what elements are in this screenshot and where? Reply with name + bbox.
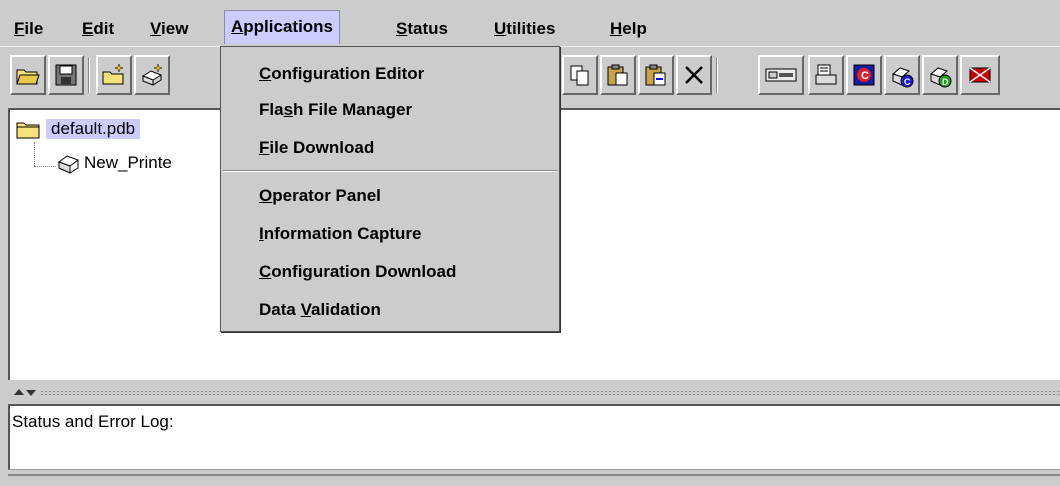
menu-item-text: h File Manager [293,100,413,119]
menu-edit[interactable]: Edit [76,14,120,44]
menu-edit-label: dit [93,19,115,38]
menu-item-operator-panel[interactable]: Operator Panel [259,181,381,211]
paste-special-button[interactable] [638,55,674,95]
menu-item-mnemonic: C [259,64,272,83]
menu-utilities-label: tilities [506,19,556,38]
menu-item-text: perator Panel [272,186,381,205]
config-download-button[interactable]: C [884,55,920,95]
folder-icon [16,122,40,139]
config-editor-button[interactable]: C [846,55,882,95]
menu-item-mnemonic: C [259,262,272,281]
menu-item-mnemonic: V [300,300,311,319]
new-printer-icon [141,63,163,86]
new-folder-icon [102,63,124,85]
menu-help-mnemonic: H [610,19,623,38]
paste-icon [607,64,628,86]
new-folder-button[interactable] [96,55,132,95]
menu-item-text: Fla [259,100,284,119]
copy-icon [570,65,589,86]
applications-dropdown: Configuration Editor Flash File Manager … [220,46,560,332]
status-log-label: Status and Error Log: [12,412,174,431]
menu-item-text: nformation Capture [263,224,422,243]
printer-icon [57,155,80,174]
open-folder-icon [16,69,40,85]
menu-item-mnemonic: F [259,138,270,157]
error-button[interactable] [960,55,1000,95]
divider-grip [40,390,1060,396]
collapse-down-icon[interactable] [26,390,36,396]
delete-button[interactable] [676,55,712,95]
new-printer-button[interactable] [134,55,170,95]
save-button[interactable] [48,55,84,95]
menu-item-text: ile Download [269,138,375,157]
data-download-button[interactable]: D [922,55,958,95]
menu-file-mnemonic: F [14,19,25,38]
error-icon [969,67,991,83]
menu-item-flash-file-manager[interactable]: Flash File Manager [259,95,412,125]
menu-utilities-mnemonic: U [494,19,507,38]
menu-applications-mnemonic: A [231,17,244,36]
menu-view-mnemonic: V [150,19,162,38]
menu-item-information-capture[interactable]: Information Capture [259,219,421,249]
svg-text:D: D [942,77,949,87]
menu-item-mnemonic: O [259,186,273,205]
collapse-up-icon[interactable] [14,389,24,395]
menu-item-configuration-download[interactable]: Configuration Download [259,257,456,287]
info-printer-icon [815,64,837,85]
menu-applications[interactable]: Applications [224,10,341,44]
menu-item-data-validation[interactable]: Data Validation [259,295,381,325]
status-bar [8,474,1060,486]
menu-item-configuration-editor[interactable]: Configuration Editor [259,59,424,89]
split-pane-divider[interactable] [8,386,1060,400]
menu-item-text: onfiguration Editor [271,64,425,83]
delete-icon [685,66,703,84]
config-download-icon: C [892,67,914,88]
operator-panel-button[interactable] [758,55,804,95]
menu-help-label: elp [622,19,647,38]
svg-text:C: C [904,77,911,87]
paste-special-icon [645,64,666,86]
menu-item-text: alidation [310,300,381,319]
menu-separator [223,170,557,172]
status-log-panel: Status and Error Log: [8,404,1060,470]
menu-item-text: Data [259,300,301,319]
menu-help[interactable]: Help [604,14,653,44]
menu-view[interactable]: View [144,14,194,44]
save-icon [55,64,77,86]
menu-file[interactable]: File [8,14,49,44]
tree-connector [34,142,35,166]
tree-child-node[interactable]: New_Printe [56,152,172,174]
menubar: File Edit View Applications Status Utili… [0,0,1060,46]
tree-connector [34,166,56,167]
tree-root-node[interactable]: default.pdb [16,116,141,142]
tree-root-label: default.pdb [46,119,141,139]
toolbar-separator [716,57,718,93]
menu-view-label: iew [161,19,189,38]
menu-status-label: tatus [407,19,448,38]
toolbar-separator [88,57,90,93]
menu-file-label: ile [24,19,44,38]
tree-child-label: New_Printe [84,153,172,172]
svg-text:C: C [861,70,869,82]
operator-panel-icon [765,68,797,82]
menu-status-mnemonic: S [396,19,408,38]
menu-utilities[interactable]: Utilities [488,14,561,44]
data-download-icon: D [930,67,952,88]
open-folder-button[interactable] [10,55,46,95]
menu-item-mnemonic: s [283,100,294,119]
paste-button[interactable] [600,55,636,95]
menu-applications-label: pplications [243,17,334,36]
menu-status[interactable]: Status [390,14,454,44]
menu-item-file-download[interactable]: File Download [259,133,374,163]
copy-button[interactable] [562,55,598,95]
information-button[interactable] [808,55,844,95]
config-editor-icon: C [853,64,875,86]
menu-edit-mnemonic: E [82,19,94,38]
menu-item-text: onfiguration Download [271,262,457,281]
